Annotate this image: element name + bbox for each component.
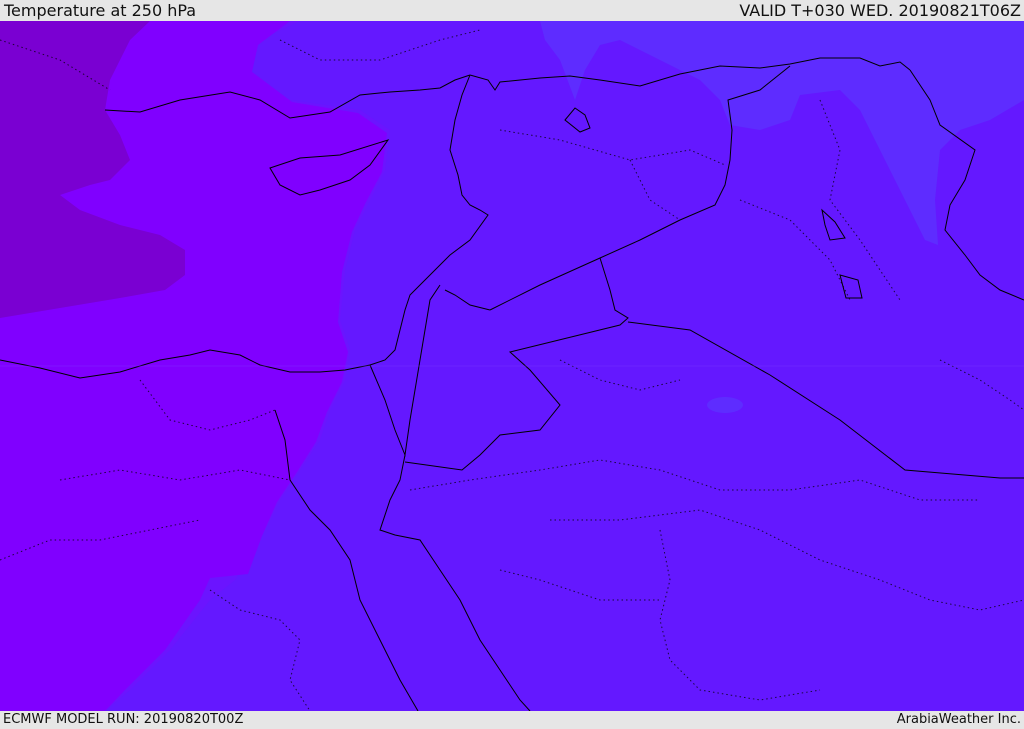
valid-time-label: VALID T+030 WED. 20190821T06Z xyxy=(739,1,1021,20)
map-canvas xyxy=(0,21,1024,711)
model-run-label: ECMWF MODEL RUN: 20190820T00Z xyxy=(3,712,244,727)
credit-label: ArabiaWeather Inc. xyxy=(896,712,1021,727)
temperature-zone-small-blob xyxy=(707,397,743,413)
temperature-map xyxy=(0,21,1024,711)
weather-map-page: Temperature at 250 hPa VALID T+030 WED. … xyxy=(0,0,1024,729)
header-bar: Temperature at 250 hPa VALID T+030 WED. … xyxy=(0,0,1024,21)
map-title: Temperature at 250 hPa xyxy=(4,1,197,20)
footer-bar: ECMWF MODEL RUN: 20190820T00Z ArabiaWeat… xyxy=(0,711,1024,729)
